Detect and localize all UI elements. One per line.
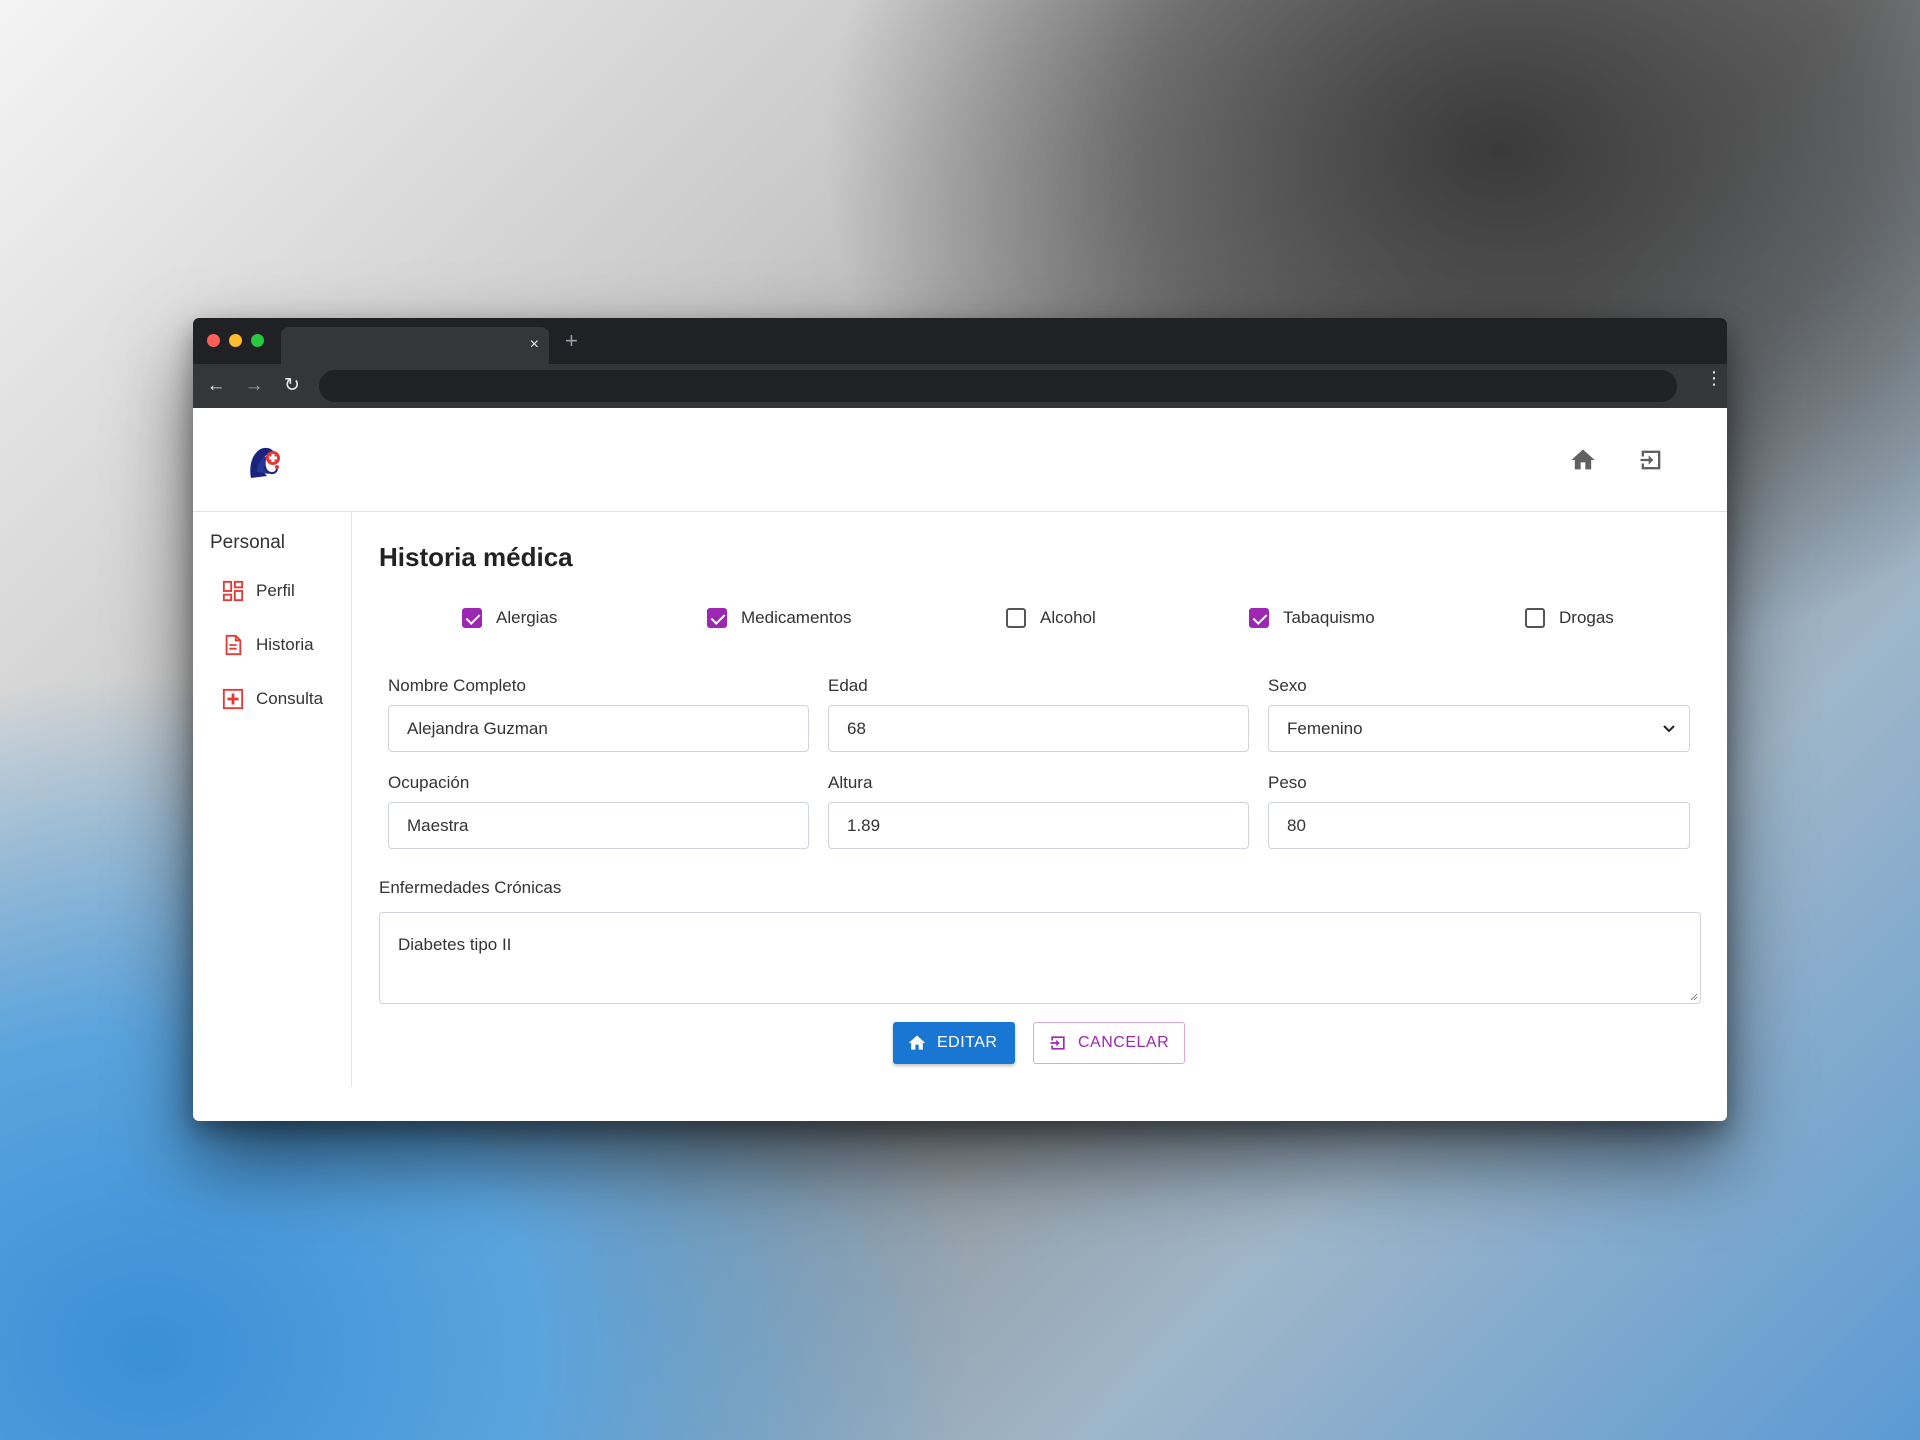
ocupacion-label: Ocupación bbox=[388, 773, 470, 792]
peso-input[interactable]: 80 bbox=[1268, 802, 1690, 849]
peso-label: Peso bbox=[1268, 773, 1307, 792]
checkbox-medicamentos[interactable]: Medicamentos bbox=[707, 608, 852, 628]
edad-input[interactable]: 68 bbox=[828, 705, 1249, 752]
edad-label: Edad bbox=[828, 676, 868, 695]
nombre-label: Nombre Completo bbox=[388, 676, 526, 695]
nombre-input[interactable]: Alejandra Guzman bbox=[388, 705, 809, 752]
resize-grip-icon[interactable] bbox=[1688, 991, 1698, 1001]
ocupacion-input[interactable]: Maestra bbox=[388, 802, 809, 849]
enfermedades-textarea[interactable]: Diabetes tipo II bbox=[379, 912, 1701, 1004]
checkbox-box[interactable] bbox=[462, 608, 482, 628]
browser-menu-icon[interactable]: ⋮ bbox=[1705, 369, 1723, 387]
sidebar: Personal Perfil Historia Consulta bbox=[193, 512, 352, 1087]
reload-icon[interactable]: ↻ bbox=[279, 373, 305, 399]
medical-logo-icon[interactable] bbox=[243, 442, 283, 482]
tab-close-icon[interactable]: × bbox=[530, 335, 539, 355]
edit-button[interactable]: EDITAR bbox=[893, 1022, 1015, 1064]
browser-titlebar: × + bbox=[193, 318, 1727, 364]
browser-toolbar: ← → ↻ ⋮ bbox=[193, 364, 1727, 408]
cancel-button-label: CANCELAR bbox=[1078, 1034, 1170, 1051]
edit-button-label: EDITAR bbox=[937, 1034, 998, 1051]
checkbox-alcohol[interactable]: Alcohol bbox=[1006, 608, 1096, 628]
logout-icon[interactable] bbox=[1637, 446, 1665, 474]
sexo-label: Sexo bbox=[1268, 676, 1307, 695]
app-header bbox=[193, 408, 1727, 512]
chevron-down-icon bbox=[1663, 724, 1675, 732]
sidebar-item-consulta[interactable]: Consulta bbox=[222, 688, 323, 710]
window-maximize-dot[interactable] bbox=[251, 334, 264, 347]
browser-tab[interactable]: × bbox=[281, 327, 549, 364]
checkbox-label: Alcohol bbox=[1040, 608, 1096, 627]
checkbox-box[interactable] bbox=[1525, 608, 1545, 628]
checkbox-label: Medicamentos bbox=[741, 608, 852, 627]
window-close-dot[interactable] bbox=[207, 334, 220, 347]
checkbox-box[interactable] bbox=[707, 608, 727, 628]
checkbox-label: Alergias bbox=[496, 608, 558, 627]
enfermedades-label: Enfermedades Crónicas bbox=[379, 878, 562, 897]
browser-window: × + ← → ↻ ⋮ Personal Perfil Historia Con… bbox=[193, 318, 1727, 1121]
medical-cross-icon bbox=[222, 688, 244, 710]
checkbox-label: Tabaquismo bbox=[1283, 608, 1375, 627]
altura-input[interactable]: 1.89 bbox=[828, 802, 1249, 849]
logout-icon bbox=[1050, 1036, 1065, 1050]
address-bar[interactable] bbox=[319, 370, 1677, 402]
page-title: Historia médica bbox=[379, 542, 573, 572]
checkbox-label: Drogas bbox=[1559, 608, 1614, 627]
enfermedades-value: Diabetes tipo II bbox=[398, 935, 512, 954]
checkbox-box[interactable] bbox=[1249, 608, 1269, 628]
checkbox-drogas[interactable]: Drogas bbox=[1525, 608, 1614, 628]
sidebar-item-label: Consulta bbox=[256, 689, 324, 708]
new-tab-icon[interactable]: + bbox=[565, 329, 578, 353]
cancel-button[interactable]: CANCELAR bbox=[1033, 1022, 1185, 1064]
document-icon bbox=[225, 634, 242, 656]
sidebar-section-title: Personal bbox=[210, 532, 285, 553]
altura-label: Altura bbox=[828, 773, 873, 792]
checkbox-box[interactable] bbox=[1006, 608, 1026, 628]
sidebar-item-label: Perfil bbox=[256, 581, 295, 600]
window-minimize-dot[interactable] bbox=[229, 334, 242, 347]
dashboard-icon bbox=[222, 580, 244, 602]
sidebar-item-historia[interactable]: Historia bbox=[222, 634, 314, 656]
checkbox-alergias[interactable]: Alergias bbox=[462, 608, 557, 628]
sidebar-item-label: Historia bbox=[256, 635, 314, 654]
home-icon bbox=[908, 1035, 926, 1050]
checkbox-tabaquismo[interactable]: Tabaquismo bbox=[1249, 608, 1375, 628]
sexo-selected-value: Femenino bbox=[1287, 718, 1363, 738]
sexo-select[interactable]: Femenino bbox=[1268, 705, 1690, 752]
forward-arrow-icon[interactable]: → bbox=[241, 373, 267, 399]
back-arrow-icon[interactable]: ← bbox=[203, 373, 229, 399]
home-icon[interactable] bbox=[1569, 446, 1597, 474]
sidebar-item-perfil[interactable]: Perfil bbox=[222, 580, 295, 602]
